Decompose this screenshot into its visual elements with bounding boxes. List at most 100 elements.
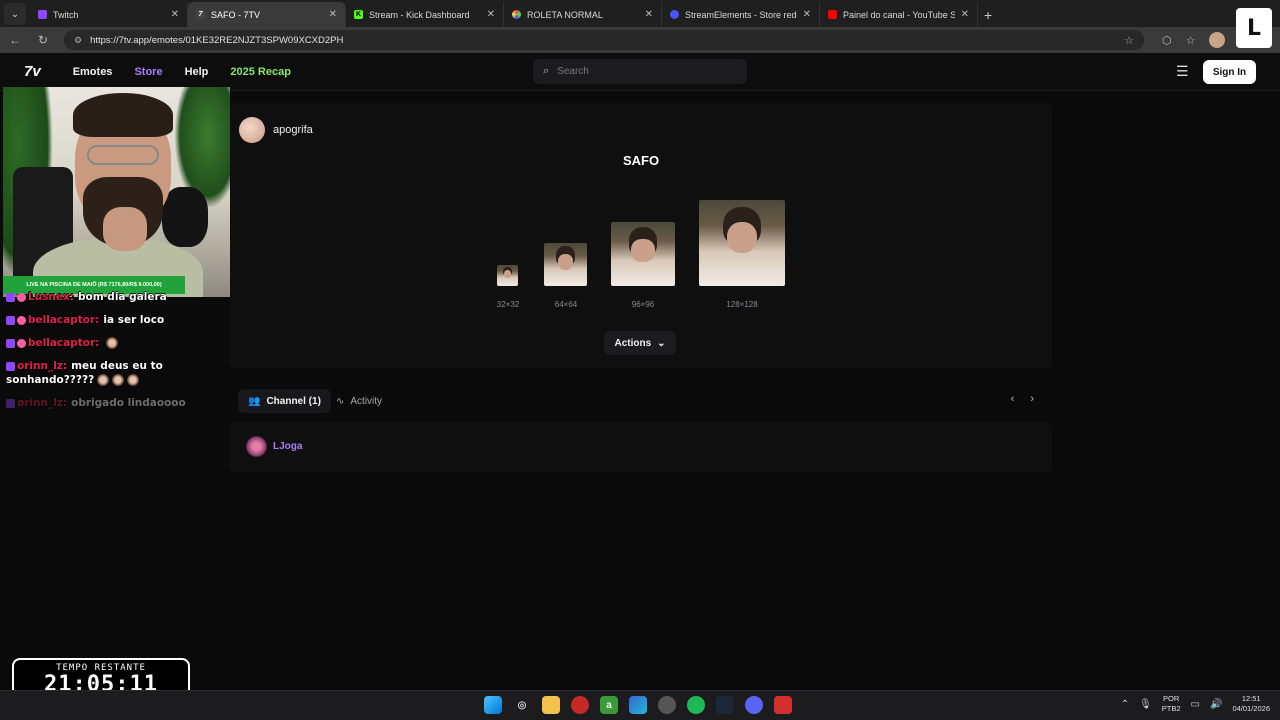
bookmark-star-icon[interactable]: ☆ bbox=[1124, 34, 1134, 47]
kick-icon: K bbox=[354, 10, 363, 19]
lang-line1: POR bbox=[1163, 694, 1180, 703]
chat-text: obrigado lindaoooo bbox=[71, 397, 186, 409]
list-item[interactable]: LJoga bbox=[246, 436, 302, 457]
file-explorer-icon[interactable] bbox=[542, 696, 560, 714]
language-indicator[interactable]: POR PTB2 bbox=[1162, 694, 1181, 714]
chat-message: bellacaptor: bbox=[6, 336, 228, 350]
app-face-icon[interactable] bbox=[658, 696, 676, 714]
emote-preview-32[interactable] bbox=[497, 265, 518, 368]
spotify-icon[interactable] bbox=[687, 696, 705, 714]
tab-title: Painel do canal - YouTube Studio bbox=[843, 9, 955, 20]
close-icon[interactable]: ✕ bbox=[645, 9, 653, 20]
sign-in-button[interactable]: Sign In bbox=[1203, 60, 1256, 84]
pagination: ‹ › bbox=[1011, 393, 1034, 405]
nav-recap[interactable]: 2025 Recap bbox=[230, 66, 291, 78]
discord-icon[interactable] bbox=[745, 696, 763, 714]
channel-name: LJoga bbox=[273, 441, 303, 452]
chat-text: ia ser loco bbox=[103, 314, 165, 326]
channel-list: LJoga bbox=[230, 422, 1052, 472]
chat-user: bellacaptor: bbox=[28, 337, 100, 349]
app-red-icon[interactable] bbox=[571, 696, 589, 714]
favorites-icon[interactable]: ☆ bbox=[1186, 34, 1196, 47]
browser-tab-streamelements[interactable]: StreamElements - Store redemptio ✕ bbox=[662, 2, 820, 27]
streamer-logo-overlay: L bbox=[1236, 8, 1272, 48]
roulette-icon bbox=[512, 10, 521, 19]
emote-title: SAFO bbox=[622, 153, 660, 168]
extensions-icon[interactable]: ⬡ bbox=[1162, 34, 1172, 47]
steam-icon[interactable] bbox=[716, 696, 734, 714]
reload-icon[interactable]: ↻ bbox=[36, 33, 50, 47]
browser-tab-roleta[interactable]: ROLETA NORMAL ✕ bbox=[504, 2, 662, 27]
site-header: 7v Emotes Store Help 2025 Recap ⌕ Search… bbox=[0, 53, 1280, 91]
chat-message: orinn_lz: obrigado lindaoooo bbox=[6, 396, 228, 410]
badge-icon bbox=[17, 292, 26, 302]
search-icon: ⌕ bbox=[543, 65, 550, 77]
emote-preview-128[interactable] bbox=[699, 200, 785, 368]
avatar bbox=[246, 436, 267, 457]
emote-icon bbox=[97, 374, 110, 386]
browser-tab-youtube[interactable]: Painel do canal - YouTube Studio ✕ bbox=[820, 2, 978, 27]
browser-tab-7tv[interactable]: 7 SAFO - 7TV ✕ bbox=[188, 2, 346, 27]
edge-icon[interactable] bbox=[629, 696, 647, 714]
browser-tab-kick[interactable]: K Stream - Kick Dashboard ✕ bbox=[346, 2, 504, 27]
nav-emotes[interactable]: Emotes bbox=[73, 66, 113, 78]
address-toolbar: ← ↻ ⚙ https://7tv.app/emotes/01KE32RE2NJ… bbox=[0, 27, 1280, 53]
search-placeholder: Search bbox=[557, 66, 589, 77]
tab-title: Twitch bbox=[53, 9, 79, 20]
menu-icon[interactable]: ☰ bbox=[1176, 63, 1189, 80]
browser-tab-twitch[interactable]: Twitch ✕ bbox=[30, 2, 188, 27]
close-icon[interactable]: ✕ bbox=[171, 9, 179, 20]
chevron-up-icon[interactable]: ⌃ bbox=[1121, 699, 1129, 710]
volume-icon[interactable]: 🔊 bbox=[1210, 699, 1222, 710]
close-icon[interactable]: ✕ bbox=[487, 9, 495, 20]
search-input[interactable]: ⌕ Search bbox=[533, 59, 747, 84]
tab-channel[interactable]: 👥 Channel (1) bbox=[238, 389, 331, 413]
back-icon[interactable]: ← bbox=[8, 33, 22, 47]
clock[interactable]: 12:51 04/01/2026 bbox=[1232, 694, 1270, 714]
tab-title: ROLETA NORMAL bbox=[527, 9, 603, 20]
emote-image bbox=[544, 243, 587, 286]
chat-overlay: Lusnex: bom dia galera bellacaptor: ia ser… bbox=[6, 291, 228, 419]
url-bar[interactable]: ⚙ https://7tv.app/emotes/01KE32RE2NJZT3S… bbox=[64, 30, 1144, 50]
windows-taskbar: ◎ a ⌃ 🎙 POR PTB2 ▭ 🔊 12:51 04/01/2026 bbox=[0, 690, 1280, 720]
chevron-right-icon[interactable]: › bbox=[1030, 393, 1034, 405]
tab-channel-label: Channel (1) bbox=[266, 395, 321, 407]
tab-list-button[interactable]: ⌄ bbox=[4, 3, 26, 25]
badge-icon bbox=[17, 338, 26, 348]
microphone-icon[interactable]: 🎙 bbox=[1139, 699, 1152, 710]
uploader[interactable]: apogrifa bbox=[239, 117, 313, 143]
windows-start-icon[interactable] bbox=[484, 696, 502, 714]
tab-activity[interactable]: ∿ Activity bbox=[336, 389, 382, 413]
size-label: 32×32 bbox=[496, 300, 520, 309]
nav-help[interactable]: Help bbox=[185, 66, 209, 78]
app-green-icon[interactable]: a bbox=[600, 696, 618, 714]
actions-button[interactable]: Actions ⌄ bbox=[604, 331, 676, 355]
profile-avatar[interactable] bbox=[1209, 32, 1226, 48]
emote-panel: apogrifa SAFO 32×32 64×64 96×96 128×128 … bbox=[230, 103, 1052, 368]
emote-image bbox=[497, 265, 518, 286]
twitch-icon bbox=[38, 10, 47, 19]
microphone bbox=[162, 187, 208, 247]
obs-icon[interactable]: ◎ bbox=[513, 696, 531, 714]
chat-message: orinn_lz: meu deus eu to sonhando????? bbox=[6, 359, 228, 387]
close-icon[interactable]: ✕ bbox=[803, 9, 811, 20]
network-icon[interactable]: ▭ bbox=[1191, 699, 1200, 710]
chat-user: Lusnex: bbox=[28, 291, 74, 303]
app-badge-icon[interactable] bbox=[774, 696, 792, 714]
close-icon[interactable]: ✕ bbox=[329, 9, 337, 20]
new-tab-button[interactable]: + bbox=[978, 7, 1000, 27]
emote-icon bbox=[112, 374, 125, 386]
actions-label: Actions bbox=[614, 337, 652, 349]
emote-tabs: 👥 Channel (1) ∿ Activity ‹ › bbox=[238, 389, 1050, 413]
size-label: 64×64 bbox=[554, 300, 578, 309]
chevron-left-icon[interactable]: ‹ bbox=[1011, 393, 1015, 405]
7tv-logo[interactable]: 7v bbox=[24, 63, 41, 80]
site-info-icon[interactable]: ⚙ bbox=[74, 35, 82, 46]
webcam-overlay bbox=[3, 87, 230, 297]
badge-icon bbox=[6, 338, 15, 348]
7tv-icon: 7 bbox=[196, 10, 205, 19]
youtube-icon bbox=[828, 10, 837, 19]
system-tray: ⌃ 🎙 POR PTB2 ▭ 🔊 12:51 04/01/2026 bbox=[1121, 694, 1270, 714]
nav-store[interactable]: Store bbox=[134, 66, 162, 78]
close-icon[interactable]: ✕ bbox=[961, 9, 969, 20]
